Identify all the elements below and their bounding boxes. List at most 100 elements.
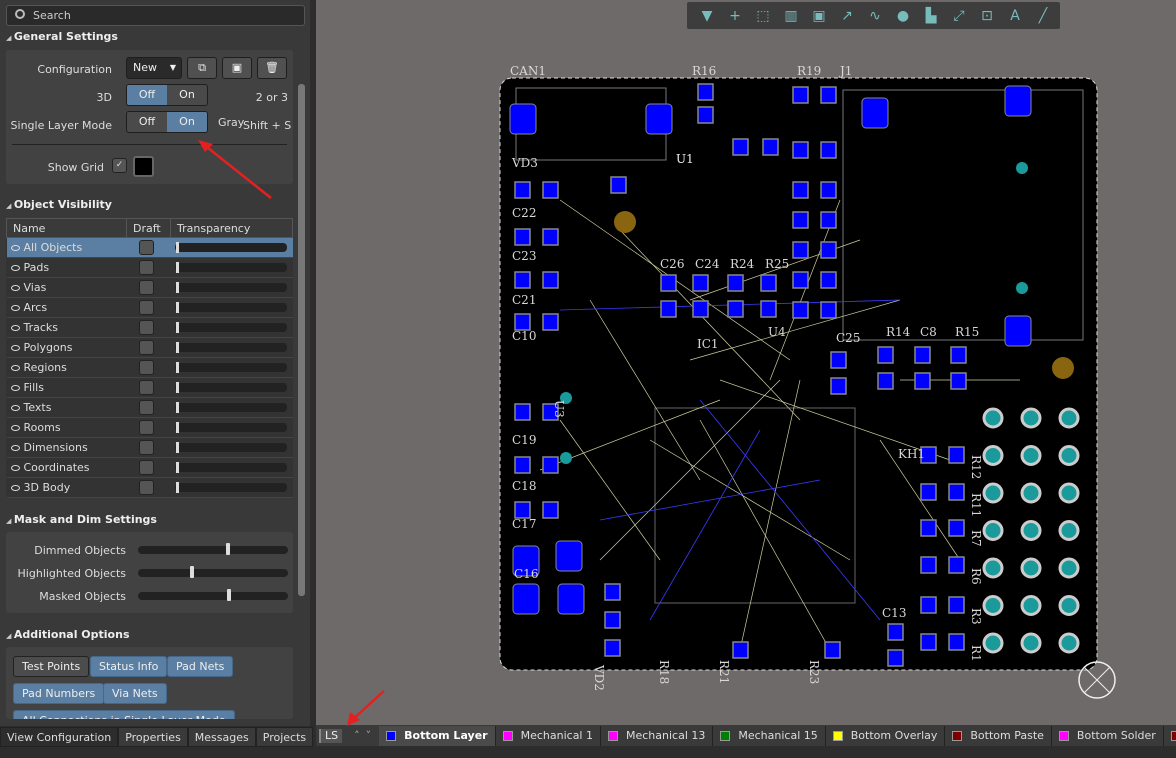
draft-checkbox[interactable] <box>138 400 154 415</box>
configuration-dropdown[interactable]: New ▼ <box>126 57 182 79</box>
section-mask-dim[interactable]: Mask and Dim Settings <box>6 513 157 526</box>
layer-tab[interactable]: Bottom Layer <box>379 725 496 746</box>
draft-checkbox[interactable] <box>138 440 154 455</box>
polygon-icon[interactable]: ▙ <box>917 8 945 24</box>
visibility-row[interactable]: All Objects <box>6 237 293 258</box>
add-configuration-button[interactable]: ⧉ <box>187 57 217 79</box>
transparency-slider[interactable] <box>174 382 287 393</box>
search-input[interactable]: Search <box>6 5 305 26</box>
pad-nets-button[interactable]: Pad Nets <box>167 656 234 677</box>
masked-objects-slider[interactable] <box>138 589 288 601</box>
transparency-slider[interactable] <box>174 302 287 313</box>
draft-checkbox[interactable] <box>138 340 154 355</box>
visibility-row[interactable]: Fills <box>6 377 293 398</box>
tab-projects[interactable]: Projects <box>255 727 314 747</box>
visibility-row[interactable]: Rooms <box>6 417 293 438</box>
eye-icon[interactable] <box>10 465 20 471</box>
eye-icon[interactable] <box>10 265 20 271</box>
visibility-row[interactable]: Dimensions <box>6 437 293 458</box>
section-object-visibility[interactable]: Object Visibility <box>6 198 112 211</box>
draft-checkbox[interactable] <box>138 480 154 495</box>
visibility-row[interactable]: Tracks <box>6 317 293 338</box>
dimension-icon[interactable]: ⊡ <box>973 8 1001 24</box>
slm-gray-mode[interactable]: Gray <box>218 116 244 129</box>
3d-on-option[interactable]: On <box>167 85 207 105</box>
section-general-settings[interactable]: General Settings <box>6 30 118 43</box>
transparency-slider[interactable] <box>174 262 287 273</box>
transparency-slider[interactable] <box>174 362 287 373</box>
visibility-row[interactable]: 3D Body <box>6 477 293 498</box>
draft-checkbox[interactable] <box>138 420 154 435</box>
transparency-slider[interactable] <box>174 242 287 253</box>
visibility-row[interactable]: Pads <box>6 257 293 278</box>
draft-checkbox[interactable] <box>138 280 154 295</box>
layer-tab[interactable]: Mechanical 13 <box>601 725 714 746</box>
draft-checkbox[interactable] <box>138 360 154 375</box>
eye-icon[interactable] <box>10 365 20 371</box>
transparency-slider[interactable] <box>174 422 287 433</box>
visibility-row[interactable]: Arcs <box>6 297 293 318</box>
transparency-slider[interactable] <box>174 442 287 453</box>
chevron-down-icon[interactable]: ˅ <box>366 729 372 742</box>
layer-set-button[interactable]: LS <box>321 728 343 743</box>
layer-tab[interactable]: Bottom Solder <box>1052 725 1164 746</box>
draft-checkbox[interactable] <box>138 300 154 315</box>
draft-checkbox[interactable] <box>138 260 154 275</box>
connection-icon[interactable]: ⤢ <box>945 8 973 24</box>
select-rect-icon[interactable]: ⬚ <box>749 8 777 24</box>
highlighted-objects-slider[interactable] <box>138 566 288 578</box>
tab-properties[interactable]: Properties <box>118 727 188 747</box>
layer-tab[interactable]: Drill G <box>1164 726 1176 746</box>
chevron-up-icon[interactable]: ˄ <box>354 729 360 742</box>
transparency-slider[interactable] <box>174 402 287 413</box>
layer-tab[interactable]: Bottom Paste <box>945 725 1052 746</box>
layer-tab[interactable]: Bottom Overlay <box>826 725 946 746</box>
col-draft[interactable]: Draft <box>126 218 171 238</box>
transparency-slider[interactable] <box>174 322 287 333</box>
transparency-slider[interactable] <box>174 462 287 473</box>
eye-icon[interactable] <box>10 405 20 411</box>
eye-icon[interactable] <box>10 385 20 391</box>
via-nets-button[interactable]: Via Nets <box>103 683 167 704</box>
section-additional-options[interactable]: Additional Options <box>6 628 130 641</box>
eye-icon[interactable] <box>10 285 20 291</box>
col-name[interactable]: Name <box>6 218 127 238</box>
test-points-button[interactable]: Test Points <box>13 656 90 677</box>
tab-messages[interactable]: Messages <box>187 727 256 747</box>
text-icon[interactable]: A <box>1001 8 1029 24</box>
col-transparency[interactable]: Transparency <box>170 218 293 238</box>
all-connections-slm-button[interactable]: All Connections in Single Layer Mode <box>13 710 235 719</box>
eye-icon[interactable] <box>10 245 20 251</box>
component-icon[interactable]: ▣ <box>805 8 833 24</box>
pcb-canvas[interactable]: CAN1 R16 U1 R19 J1 VD3 U1 C22 C23 C21 C10 C26 C24 R24… <box>316 0 1176 725</box>
interactive-length-icon[interactable]: ∿ <box>861 8 889 24</box>
draft-checkbox[interactable] <box>138 320 154 335</box>
draft-checkbox[interactable] <box>138 380 154 395</box>
3d-toggle[interactable]: Off On <box>126 84 208 106</box>
transparency-slider[interactable] <box>174 482 287 493</box>
visibility-row[interactable]: Texts <box>6 397 293 418</box>
eye-icon[interactable] <box>10 425 20 431</box>
save-configuration-button[interactable]: ▣ <box>222 57 252 79</box>
transparency-slider[interactable] <box>174 282 287 293</box>
eye-icon[interactable] <box>10 485 20 491</box>
eye-icon[interactable] <box>10 345 20 351</box>
draft-checkbox[interactable] <box>138 240 154 255</box>
grid-color-swatch[interactable] <box>133 156 154 177</box>
crosshair-icon[interactable]: + <box>721 8 749 24</box>
panel-scrollbar[interactable] <box>298 84 305 596</box>
pad-numbers-button[interactable]: Pad Numbers <box>13 683 105 704</box>
eye-icon[interactable] <box>10 325 20 331</box>
layer-tab[interactable]: Mechanical 1 <box>496 725 601 746</box>
layer-tab[interactable]: Mechanical 15 <box>713 725 826 746</box>
draft-checkbox[interactable] <box>138 460 154 475</box>
visibility-row[interactable]: Polygons <box>6 337 293 358</box>
filter-icon[interactable]: ▼ <box>693 8 721 24</box>
slm-on-option[interactable]: On <box>167 112 207 132</box>
dimmed-objects-slider[interactable] <box>138 543 288 555</box>
pcb-board[interactable]: CAN1 R16U1R19 J1VD3 U1C22C23C21C10C26 C24 R24… <box>316 0 1176 725</box>
via-icon[interactable]: ● <box>889 8 917 24</box>
eye-icon[interactable] <box>10 305 20 311</box>
visibility-row[interactable]: Coordinates <box>6 457 293 478</box>
route-icon[interactable]: ↗ <box>833 8 861 24</box>
